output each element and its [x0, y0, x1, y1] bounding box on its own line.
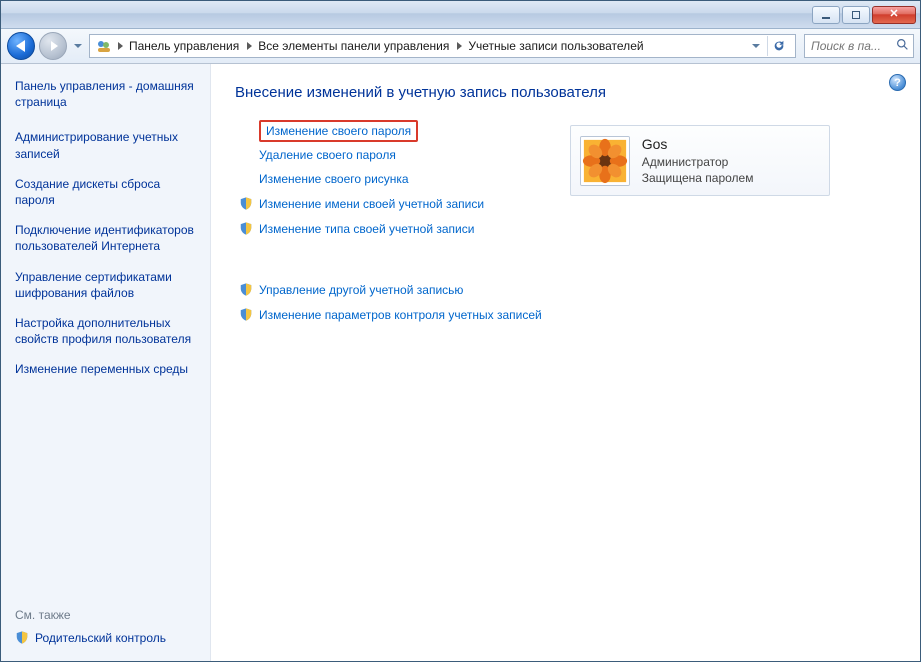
action-remove-password[interactable]: Удаление своего пароля: [259, 148, 542, 162]
forward-button[interactable]: [39, 32, 67, 60]
back-arrow-icon: [16, 40, 25, 52]
user-info: Gos Администратор Защищена паролем: [642, 135, 754, 186]
shield-icon: [15, 630, 29, 645]
flower-icon: [581, 136, 629, 186]
main-panel: ? Внесение изменений в учетную запись по…: [211, 64, 920, 661]
breadcrumb-segment[interactable]: Панель управления: [125, 35, 245, 57]
action-change-account-name[interactable]: Изменение имени своей учетной записи: [239, 196, 542, 211]
minimize-button[interactable]: [812, 6, 840, 24]
refresh-button[interactable]: [767, 36, 789, 56]
action-uac-settings[interactable]: Изменение параметров контроля учетных за…: [239, 307, 542, 322]
user-accounts-icon: [96, 38, 112, 54]
user-picture: [580, 136, 630, 186]
breadcrumb-segment[interactable]: Все элементы панели управления: [254, 35, 455, 57]
shield-icon: [239, 282, 253, 297]
sidebar-link-env-vars[interactable]: Изменение переменных среды: [15, 361, 202, 377]
shield-icon: [239, 196, 253, 211]
sidebar-link-encryption-certs[interactable]: Управление сертификатами шифрования файл…: [15, 269, 202, 301]
breadcrumb-segment[interactable]: Учетные записи пользователей: [464, 35, 649, 57]
breadcrumb-bar[interactable]: Панель управления Все элементы панели уп…: [89, 34, 796, 58]
sidebar-link-parental-control[interactable]: Родительский контроль: [15, 630, 202, 653]
sidebar-link-profile-props[interactable]: Настройка дополнительных свойств профиля…: [15, 315, 202, 347]
sidebar-link-admin-accounts[interactable]: Администрирование учетных записей: [15, 129, 202, 161]
action-change-account-type[interactable]: Изменение типа своей учетной записи: [239, 221, 542, 236]
breadcrumb-dropdown[interactable]: [749, 34, 763, 58]
sidebar-link-password-reset-disk[interactable]: Создание дискеты сброса пароля: [15, 176, 202, 208]
control-panel-window: ✕ Панель управления Все элементы панели …: [0, 0, 921, 662]
chevron-down-icon: [74, 44, 82, 48]
page-title: Внесение изменений в учетную запись поль…: [235, 84, 898, 101]
sidebar-home-link[interactable]: Панель управления - домашняя страница: [15, 78, 202, 110]
sidebar: Панель управления - домашняя страница Ад…: [1, 64, 211, 661]
user-status: Защищена паролем: [642, 170, 754, 186]
action-change-password[interactable]: Изменение своего пароля: [259, 120, 418, 142]
navigation-toolbar: Панель управления Все элементы панели уп…: [1, 29, 920, 64]
window-titlebar: ✕: [1, 1, 920, 29]
history-dropdown[interactable]: [71, 33, 85, 59]
content-area: Панель управления - домашняя страница Ад…: [1, 64, 920, 661]
shield-icon: [239, 221, 253, 236]
maximize-button[interactable]: [842, 6, 870, 24]
breadcrumb-arrow-icon: [247, 42, 252, 50]
action-change-picture[interactable]: Изменение своего рисунка: [259, 172, 542, 186]
search-icon: [896, 38, 909, 54]
breadcrumb-arrow-icon: [118, 42, 123, 50]
search-box[interactable]: [804, 34, 914, 58]
close-button[interactable]: ✕: [872, 6, 916, 24]
user-name: Gos: [642, 135, 754, 154]
sidebar-link-online-ids[interactable]: Подключение идентификаторов пользователе…: [15, 222, 202, 254]
breadcrumb-arrow-icon: [457, 42, 462, 50]
chevron-down-icon: [752, 44, 760, 48]
user-account-card: Gos Администратор Защищена паролем: [570, 125, 830, 196]
see-also-label: См. также: [15, 608, 202, 622]
back-button[interactable]: [7, 32, 35, 60]
search-input[interactable]: [809, 38, 896, 54]
shield-icon: [239, 307, 253, 322]
action-list: Изменение своего пароля Удаление своего …: [239, 123, 542, 332]
refresh-icon: [772, 39, 786, 53]
help-button[interactable]: ?: [889, 74, 906, 91]
action-manage-other-account[interactable]: Управление другой учетной записью: [239, 282, 542, 297]
user-role: Администратор: [642, 154, 754, 170]
forward-arrow-icon: [51, 41, 58, 51]
close-icon: ✕: [889, 9, 898, 20]
